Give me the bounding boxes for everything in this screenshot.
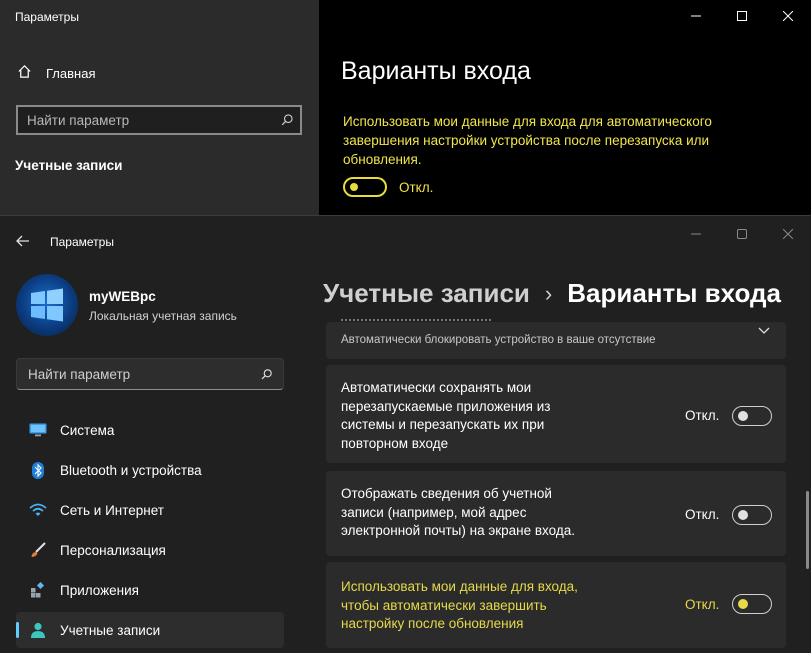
search-input[interactable]: Найти параметр bbox=[16, 358, 284, 390]
toggle-state-label: Откл. bbox=[685, 408, 720, 423]
toggle-knob bbox=[738, 510, 748, 520]
page-title: Варианты входа bbox=[567, 278, 781, 308]
breadcrumb-separator: › bbox=[544, 280, 553, 306]
home-label: Главная bbox=[46, 65, 96, 81]
sidebar-item-label: Система bbox=[60, 422, 115, 438]
toggle-knob bbox=[738, 599, 748, 609]
maximize-button[interactable] bbox=[719, 221, 765, 247]
sidebar-item-network[interactable]: Сеть и Интернет bbox=[16, 492, 284, 528]
bluetooth-icon bbox=[16, 461, 60, 479]
toggle-state-label: Откл. bbox=[399, 180, 434, 195]
close-button[interactable] bbox=[765, 221, 811, 247]
settings-window-win11: Параметры myWEBpc Локальная учетная запи… bbox=[0, 215, 811, 653]
scrollbar-thumb[interactable] bbox=[806, 491, 809, 569]
sidebar-item-apps[interactable]: Приложения bbox=[16, 572, 284, 608]
breadcrumb: Учетные записи › Варианты входа bbox=[323, 278, 781, 309]
sidebar-item-personalization[interactable]: Персонализация bbox=[16, 532, 284, 568]
toggle-state-label: Откл. bbox=[685, 597, 720, 612]
window-controls bbox=[673, 221, 811, 247]
home-nav-item[interactable]: Главная bbox=[17, 64, 95, 82]
sidebar-item-label: Bluetooth и устройства bbox=[60, 462, 202, 478]
cropped-title-remnant bbox=[341, 319, 491, 325]
auto-signin-toggle[interactable] bbox=[343, 177, 387, 197]
user-name: myWEBpc bbox=[89, 289, 156, 304]
avatar[interactable] bbox=[16, 274, 78, 336]
account-type: Локальная учетная запись bbox=[89, 309, 237, 323]
sidebar-item-label: Персонализация bbox=[60, 542, 166, 558]
win10-sidebar: Параметры Главная Найти параметр Учетные… bbox=[0, 0, 319, 215]
chevron-down-icon[interactable] bbox=[758, 322, 770, 340]
setting-card-account-details: Отображать сведения об учетной записи (н… bbox=[326, 471, 786, 556]
toggle-knob bbox=[350, 183, 358, 191]
breadcrumb-parent[interactable]: Учетные записи bbox=[323, 278, 530, 309]
window-title: Параметры bbox=[15, 10, 79, 24]
home-icon bbox=[17, 64, 32, 82]
window-controls bbox=[673, 0, 811, 32]
setting-card-restart-apps: Автоматически сохранять мои перезапускае… bbox=[326, 365, 786, 463]
apps-icon bbox=[16, 582, 60, 598]
sidebar-item-accounts[interactable]: Учетные записи bbox=[16, 612, 284, 648]
search-placeholder: Найти параметр bbox=[27, 112, 130, 128]
settings-window-win10: Параметры Главная Найти параметр Учетные… bbox=[0, 0, 811, 215]
person-icon bbox=[16, 622, 60, 638]
minimize-button[interactable] bbox=[673, 221, 719, 247]
search-placeholder: Найти параметр bbox=[28, 366, 131, 382]
brush-icon bbox=[16, 542, 60, 558]
sidebar-item-label: Сеть и Интернет bbox=[60, 502, 164, 518]
setting-text: Отображать сведения об учетной записи (н… bbox=[341, 486, 575, 538]
close-button[interactable] bbox=[765, 0, 811, 32]
minimize-button[interactable] bbox=[673, 0, 719, 32]
toggle-state-label: Откл. bbox=[685, 507, 720, 522]
search-input[interactable]: Найти параметр bbox=[16, 105, 302, 135]
setting-text: Автоматически сохранять мои перезапускае… bbox=[341, 380, 551, 451]
maximize-button[interactable] bbox=[719, 0, 765, 32]
window-title: Параметры bbox=[50, 235, 114, 249]
setting-card-auto-finish-setup: Использовать мои данные для входа, чтобы… bbox=[326, 562, 786, 648]
sidebar-item-system[interactable]: Система bbox=[16, 412, 284, 448]
back-arrow-icon[interactable] bbox=[16, 234, 30, 252]
windows-logo-icon bbox=[31, 288, 63, 322]
restart-apps-toggle[interactable] bbox=[732, 406, 772, 426]
dynamic-lock-card[interactable]: Автоматически блокировать устройство в в… bbox=[326, 319, 786, 359]
wifi-icon bbox=[16, 503, 60, 517]
setting-description: Использовать мои данные для входа для ав… bbox=[343, 114, 712, 167]
sidebar-item-bluetooth[interactable]: Bluetooth и устройства bbox=[16, 452, 284, 488]
monitor-icon bbox=[16, 423, 60, 437]
account-details-toggle[interactable] bbox=[732, 505, 772, 525]
toggle-knob bbox=[738, 411, 748, 421]
sidebar-item-label: Приложения bbox=[60, 582, 139, 598]
page-title: Варианты входа bbox=[341, 57, 531, 85]
setting-text: Использовать мои данные для входа, чтобы… bbox=[341, 579, 578, 631]
search-icon[interactable] bbox=[274, 113, 300, 127]
sidebar-item-label: Учетные записи bbox=[60, 622, 161, 638]
search-icon[interactable] bbox=[249, 368, 283, 381]
section-accounts[interactable]: Учетные записи bbox=[15, 158, 122, 173]
auto-finish-setup-toggle[interactable] bbox=[732, 594, 772, 614]
dynamic-lock-description: Автоматически блокировать устройство в в… bbox=[341, 334, 656, 346]
sidebar-nav: Система Bluetooth и устройства Сеть и Ин… bbox=[16, 412, 284, 652]
